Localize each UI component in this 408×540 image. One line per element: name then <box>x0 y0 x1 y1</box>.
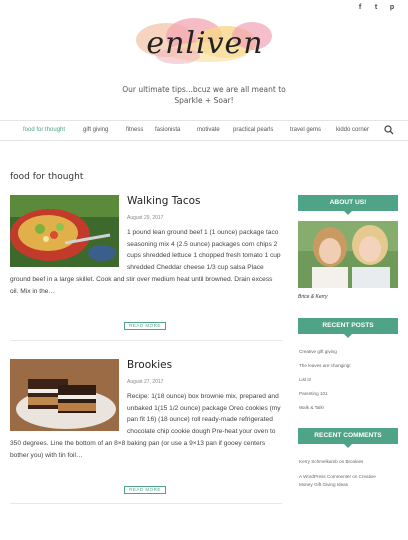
about-photo-image <box>298 221 398 288</box>
about-photo <box>298 221 398 288</box>
recent-comments-heading: RECENT COMMENTS <box>298 428 398 448</box>
nav-item-fasionista[interactable]: fasionista <box>155 127 180 133</box>
nav-item-kiddo-corner[interactable]: kiddo corner <box>336 127 369 133</box>
recent-posts-heading: RECENT POSTS <box>298 318 398 338</box>
about-widget-heading: ABOUT US! <box>298 195 398 215</box>
recent-comment-item[interactable]: Kerry Schmelkamb on Brookies <box>299 459 363 464</box>
recent-comment-item[interactable]: Money Gift Giving Ideas <box>299 482 348 487</box>
post-title-brookies[interactable]: Brookies <box>127 359 172 371</box>
recent-post-link[interactable]: Parenting 101 <box>299 391 328 396</box>
pinterest-icon[interactable]: p <box>388 4 396 11</box>
recent-post-link[interactable]: The leaves are changing! <box>299 363 351 368</box>
nav-item-gift-giving[interactable]: gift giving <box>83 127 108 133</box>
recent-post-link[interactable]: Creative gift giving <box>299 349 337 354</box>
recent-comment-item[interactable]: A WordPress Commenter on Creative <box>299 474 376 479</box>
nav-item-food-for-thought[interactable]: food for thought <box>23 127 65 133</box>
logo-text: enliven <box>146 26 264 61</box>
search-icon[interactable] <box>384 125 394 135</box>
read-more-button[interactable]: READ MORE <box>124 486 166 494</box>
site-tagline: Our ultimate tips...bcuz we are all mean… <box>122 85 286 105</box>
facebook-icon[interactable]: f <box>356 4 364 11</box>
post-divider <box>10 503 282 504</box>
nav-item-practical-pearls[interactable]: practical pearls <box>233 127 273 133</box>
post-title-walking-tacos[interactable]: Walking Tacos <box>127 195 201 207</box>
nav-item-travel-gems[interactable]: travel gems <box>290 127 321 133</box>
post-date: August 29, 2017 <box>127 215 164 221</box>
post-divider <box>10 340 282 341</box>
recent-post-link[interactable]: Walk & Talk! <box>299 405 324 410</box>
site-logo[interactable]: enliven <box>134 12 276 74</box>
twitter-icon[interactable]: t <box>372 4 380 11</box>
about-caption: Brice & Kerry <box>298 294 328 300</box>
nav-item-motivate[interactable]: motivate <box>197 127 220 133</box>
recent-post-link[interactable]: List it! <box>299 377 311 382</box>
post-excerpt: Recipe: 1(18 ounce) box brownie mix, pre… <box>10 391 282 461</box>
category-title: food for thought <box>10 172 84 182</box>
read-more-button[interactable]: READ MORE <box>124 322 166 330</box>
main-nav: food for thought gift giving fitness fas… <box>0 120 408 141</box>
nav-item-fitness[interactable]: fitness <box>126 127 143 133</box>
post-date: August 27, 2017 <box>127 379 164 385</box>
social-links: f t p <box>356 4 396 11</box>
post-excerpt: 1 pound lean ground beef 1 (1 ounce) pac… <box>10 227 282 297</box>
